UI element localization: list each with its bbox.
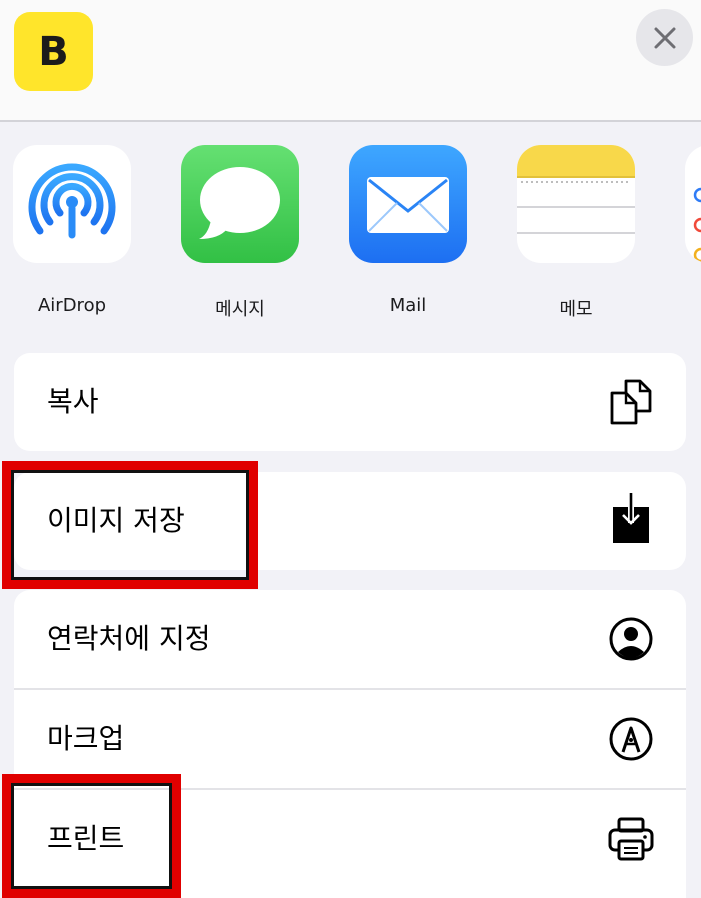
share-app-label: AirDrop	[37, 295, 107, 316]
share-app-label: 메시지	[215, 299, 265, 320]
share-app-label: Mail	[389, 295, 427, 316]
copy-card: 복사	[14, 353, 686, 451]
highlight-save-image	[2, 461, 258, 589]
action-label-copy: 복사	[47, 385, 99, 418]
highlight-inner-border	[11, 470, 249, 580]
share-apps-row: AirDrop 메시지 Mail 메모	[0, 123, 701, 320]
notes-icon	[517, 145, 635, 263]
app-badge-letter: B	[38, 28, 69, 75]
share-app-messages[interactable]: 메시지	[181, 145, 299, 320]
highlight-print	[2, 774, 181, 898]
close-icon	[654, 27, 675, 48]
markup-icon	[606, 714, 656, 764]
share-app-notes[interactable]: 메모	[517, 145, 635, 320]
share-app-mail[interactable]: Mail	[349, 145, 467, 316]
airdrop-icon	[13, 145, 131, 263]
contact-icon	[606, 614, 656, 664]
reminders-icon	[685, 145, 701, 263]
save-image-icon	[606, 493, 656, 544]
action-label-assign-contact: 연락처에 지정	[47, 622, 211, 655]
action-row-markup[interactable]: 마크업	[14, 688, 686, 788]
action-row-assign-contact[interactable]: 연락처에 지정	[14, 590, 686, 688]
messages-icon	[181, 145, 299, 263]
action-row-copy[interactable]: 복사	[14, 353, 686, 451]
mail-icon	[349, 145, 467, 263]
app-badge-icon: B	[14, 12, 93, 91]
share-app-airdrop[interactable]: AirDrop	[13, 145, 131, 316]
print-icon	[606, 814, 656, 864]
share-app-reminders-partial[interactable]	[685, 145, 701, 263]
copy-icon	[606, 377, 656, 427]
share-sheet-header: B	[0, 0, 701, 122]
highlight-inner-border	[11, 783, 172, 889]
close-button[interactable]	[636, 9, 693, 66]
share-app-label: 메모	[559, 299, 593, 320]
